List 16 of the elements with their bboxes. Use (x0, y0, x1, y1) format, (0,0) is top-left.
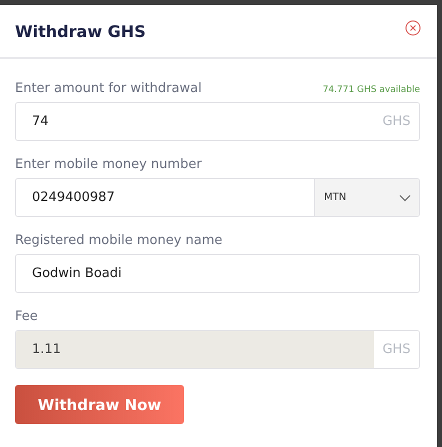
network-select[interactable]: MTN (314, 179, 419, 216)
field-label: Enter amount for withdrawal (15, 81, 202, 96)
input-field[interactable]: Godwin Boadi (15, 254, 420, 293)
field-value: 1.11 (16, 331, 374, 368)
chevron-down-icon (399, 194, 411, 202)
dialog-title: Withdraw GHS (15, 22, 146, 40)
close-icon[interactable] (405, 20, 421, 36)
input-field[interactable]: 0249400987 MTN (15, 178, 420, 217)
field-value: 74 (31, 113, 50, 131)
withdraw-button[interactable]: Withdraw Now (15, 385, 184, 424)
field-label: Fee (15, 309, 38, 324)
field-value: 0249400987 (31, 189, 116, 207)
input-field[interactable]: 74 GHS (15, 102, 420, 141)
field-label: Enter mobile money number (15, 157, 202, 172)
field-label: Registered mobile money name (15, 233, 222, 248)
available-balance: 74.771 GHS available (322, 85, 420, 95)
